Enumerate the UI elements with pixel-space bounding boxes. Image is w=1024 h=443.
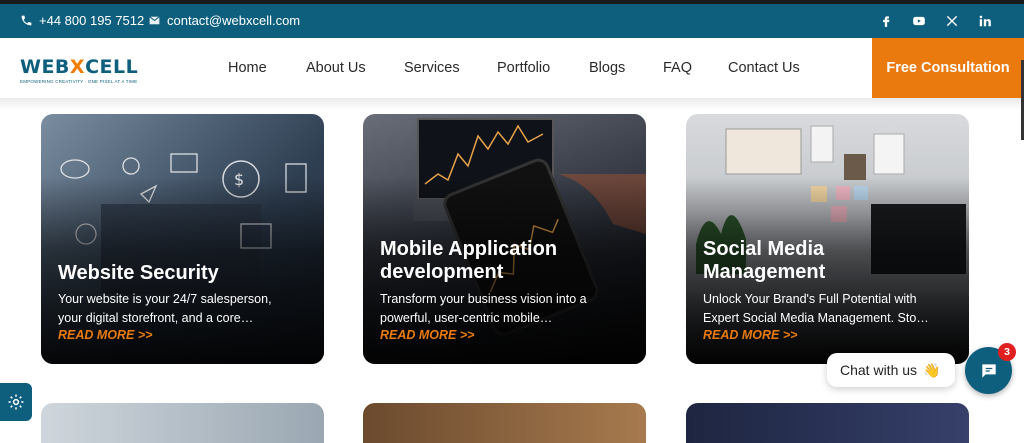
service-card-partial[interactable] <box>686 403 969 443</box>
phone-number: +44 800 195 7512 <box>39 13 145 28</box>
chat-prompt[interactable]: Chat with us 👋 <box>827 353 955 387</box>
card-desc-line: your digital storefront, and a core… <box>58 311 254 325</box>
logo-part-x: X <box>69 56 86 78</box>
card-desc-line: Expert Social Media Management. Sto… <box>703 311 929 325</box>
card-description: Unlock Your Brand's Full Potential with … <box>703 290 958 328</box>
card-title-line: development <box>380 261 504 283</box>
card-desc-line: powerful, user-centric mobile… <box>380 311 553 325</box>
linkedin-icon[interactable] <box>977 13 992 28</box>
mail-icon <box>149 16 160 25</box>
card-title-line: Social Media <box>703 238 825 260</box>
free-consultation-button[interactable]: Free Consultation <box>872 38 1024 98</box>
phone-link[interactable]: +44 800 195 7512 <box>20 13 144 28</box>
logo-tagline: EMPOWERING CREATIVITY · ONE PIXEL AT A T… <box>20 79 138 84</box>
chat-label: Chat with us <box>840 362 918 378</box>
card-desc-line: Unlock Your Brand's Full Potential with <box>703 292 917 306</box>
nav-item-about-us[interactable]: About Us <box>306 60 366 76</box>
nav-item-services[interactable]: Services <box>404 60 460 76</box>
nav-item-home[interactable]: Home <box>228 60 267 76</box>
logo-part-web: WEB <box>20 56 70 78</box>
social-links <box>878 13 992 28</box>
email-address: contact@webxcell.com <box>167 13 301 28</box>
card-description: Your website is your 24/7 salesperson, y… <box>58 290 313 328</box>
read-more-link[interactable]: READ MORE >> <box>58 328 152 342</box>
logo-part-cell: CELL <box>85 56 139 78</box>
nav-item-portfolio[interactable]: Portfolio <box>497 60 550 76</box>
read-more-link[interactable]: READ MORE >> <box>380 328 474 342</box>
service-card-mobile-application[interactable]: Mobile Application development Transform… <box>363 114 646 364</box>
card-title-line: Mobile Application <box>380 238 558 260</box>
top-bar: +44 800 195 7512 contact@webxcell.com <box>0 0 1024 38</box>
card-title-line: Management <box>703 261 826 283</box>
card-description: Transform your business vision into a po… <box>380 290 635 328</box>
chat-icon <box>981 363 996 378</box>
nav-item-contact-us[interactable]: Contact Us <box>728 60 800 76</box>
main-nav: WEB X CELL EMPOWERING CREATIVITY · ONE PIX… <box>0 38 1024 98</box>
nav-item-faq[interactable]: FAQ <box>663 60 692 76</box>
service-card-partial[interactable] <box>41 403 324 443</box>
phone-icon <box>21 15 32 26</box>
facebook-icon[interactable] <box>878 13 893 28</box>
wave-emoji-icon: 👋 <box>923 361 941 378</box>
nav-divider <box>0 98 1024 110</box>
logo-wordmark: WEB X CELL <box>20 56 146 78</box>
x-icon[interactable] <box>944 13 959 28</box>
chat-notification-badge: 3 <box>998 343 1016 361</box>
service-card-website-security[interactable]: $ Website Security Your website is your … <box>41 114 324 364</box>
gear-icon <box>8 394 24 410</box>
service-card-partial[interactable] <box>363 403 646 443</box>
nav-item-blogs[interactable]: Blogs <box>589 60 625 76</box>
card-desc-line: Transform your business vision into a <box>380 292 587 306</box>
card-title: Website Security <box>58 262 219 284</box>
settings-button[interactable] <box>0 383 32 421</box>
service-card-social-media[interactable]: Social Media Management Unlock Your Bran… <box>686 114 969 364</box>
brand-logo[interactable]: WEB X CELL EMPOWERING CREATIVITY · ONE PIX… <box>20 56 146 84</box>
youtube-icon[interactable] <box>911 13 926 28</box>
card-desc-line: Your website is your 24/7 salesperson, <box>58 292 272 306</box>
read-more-link[interactable]: READ MORE >> <box>703 328 797 342</box>
email-link[interactable]: contact@webxcell.com <box>148 13 300 28</box>
card-title: Social Media Management <box>703 238 953 284</box>
card-title: Mobile Application development <box>380 238 630 284</box>
